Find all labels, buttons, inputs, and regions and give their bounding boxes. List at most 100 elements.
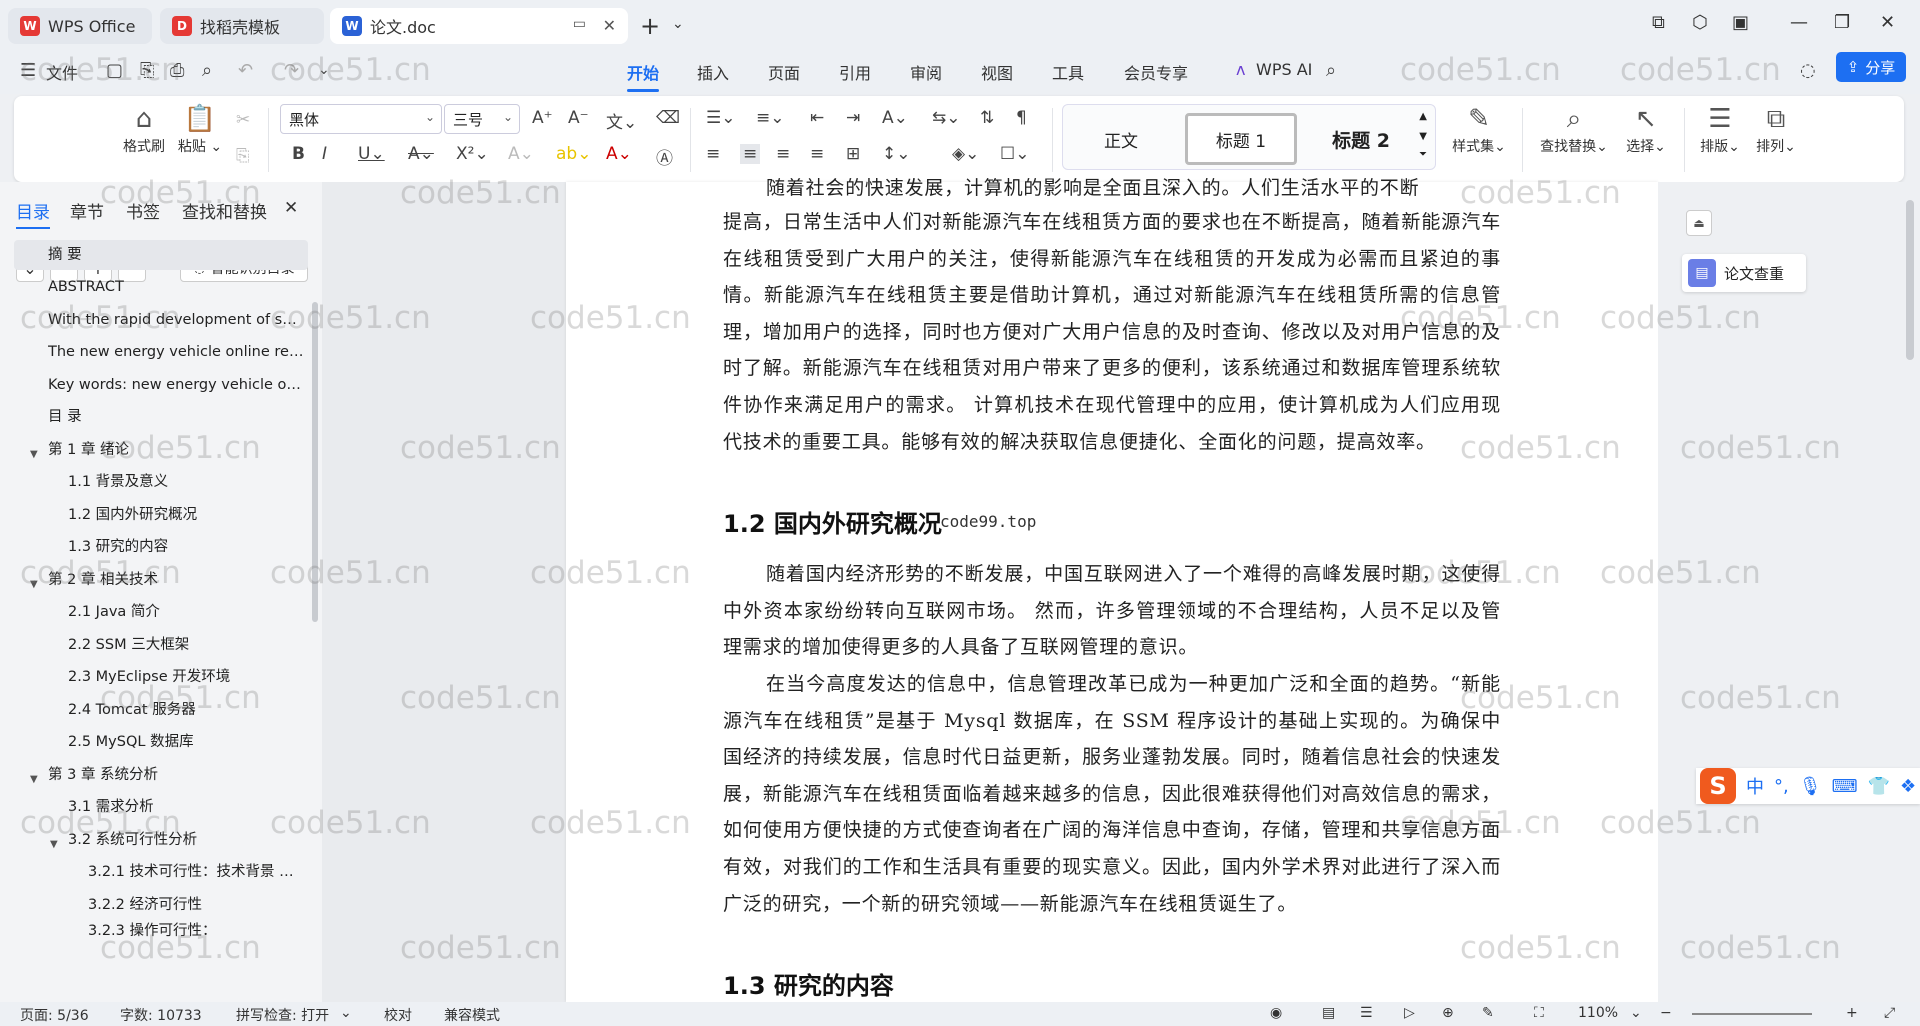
- line-spacing-icon[interactable]: ↕⌄: [882, 144, 911, 164]
- style-heading-2[interactable]: 标题 2: [1305, 113, 1417, 165]
- line-convert-icon[interactable]: ⇆⌄: [932, 108, 961, 128]
- toc-item[interactable]: The new energy vehicle online re…: [48, 337, 308, 367]
- zoom-slider[interactable]: [1692, 1013, 1812, 1015]
- tab-wps-office[interactable]: W WPS Office: [8, 8, 152, 44]
- undo-icon[interactable]: ↶: [238, 60, 253, 81]
- menu-icon[interactable]: ☰: [20, 60, 36, 81]
- scroll-down-icon[interactable]: ▼: [1419, 131, 1427, 142]
- paragraph[interactable]: 随着国内经济形势的不断发展，中国互联网进入了一个难得的高峰发展时期，这使得中外资…: [723, 556, 1501, 666]
- toc-item[interactable]: 1.3 研究的内容: [68, 532, 308, 562]
- export-icon[interactable]: ⎘: [140, 60, 154, 81]
- heading-1-2[interactable]: 1.2 国内外研究概况: [723, 504, 942, 539]
- find-replace-button[interactable]: ⌕ 查找替换⌄: [1532, 102, 1616, 156]
- proofread-button[interactable]: 校对: [384, 1005, 412, 1025]
- expand-triangle-icon[interactable]: ▼: [30, 579, 38, 590]
- bullet-list-icon[interactable]: ☰⌄: [706, 108, 735, 128]
- align-right-icon[interactable]: ≡: [776, 144, 790, 164]
- new-tab-icon[interactable]: +: [640, 12, 660, 40]
- redo-icon[interactable]: ↷: [284, 60, 299, 81]
- document-scrollbar[interactable]: [1906, 200, 1914, 360]
- toc-item[interactable]: With the rapid development of s…: [48, 305, 308, 335]
- paper-check-button[interactable]: ▤ 论文查重: [1682, 254, 1806, 292]
- expand-triangle-icon[interactable]: ▼: [30, 449, 38, 460]
- toc-item[interactable]: 第 1 章 绪论: [48, 435, 308, 465]
- window-icon[interactable]: ▭: [573, 16, 586, 32]
- chat-icon[interactable]: ◌: [1800, 60, 1816, 81]
- style-heading-1[interactable]: 标题 1: [1185, 113, 1297, 165]
- sidebar-scrollbar[interactable]: [312, 302, 318, 622]
- zoom-in-icon[interactable]: +: [1846, 1005, 1858, 1021]
- style-set-button[interactable]: ✎ 样式集⌄: [1444, 102, 1514, 156]
- menu-item-wps-ai[interactable]: WPS AI: [1256, 60, 1312, 79]
- toc-item[interactable]: 摘 要: [14, 240, 308, 270]
- menu-item-review[interactable]: 审阅: [910, 60, 942, 84]
- strikethrough-icon[interactable]: A⌄: [408, 144, 434, 164]
- font-color-icon[interactable]: A⌄: [606, 144, 632, 164]
- menu-item-tools[interactable]: 工具: [1052, 60, 1084, 84]
- zoom-out-icon[interactable]: −: [1660, 1005, 1672, 1021]
- superscript-icon[interactable]: X²⌄: [456, 144, 489, 164]
- menu-item-home[interactable]: 开始: [627, 60, 660, 92]
- highlight-icon[interactable]: ab⌄: [556, 144, 591, 164]
- keyboard-icon[interactable]: ⌨: [1832, 776, 1858, 797]
- toc-item[interactable]: 1.2 国内外研究概况: [68, 500, 308, 530]
- toc-item[interactable]: 3.2.2 经济可行性: [88, 890, 310, 920]
- increase-indent-icon[interactable]: ⇥: [846, 108, 860, 128]
- font-family-select[interactable]: 黑体 ⌄: [280, 104, 442, 134]
- fullscreen-icon[interactable]: ⤢: [1884, 1005, 1895, 1021]
- pen-icon[interactable]: ✎: [1482, 1005, 1494, 1021]
- font-shrink-icon[interactable]: A⁻: [568, 108, 589, 128]
- toc-item[interactable]: 2.1 Java 简介: [68, 597, 308, 627]
- avatar[interactable]: ▣: [1732, 12, 1749, 33]
- fit-page-icon[interactable]: ⛶: [1534, 1005, 1544, 1021]
- close-window-icon[interactable]: ✕: [1880, 12, 1895, 33]
- maximize-icon[interactable]: ❐: [1834, 12, 1850, 33]
- page-indicator[interactable]: 页面: 5/36: [20, 1005, 89, 1025]
- chevron-down-icon[interactable]: ⌄: [1630, 1005, 1642, 1021]
- distribute-icon[interactable]: ⊞: [846, 144, 860, 164]
- toc-item[interactable]: 3.2.3 操作可行性：: [88, 918, 310, 940]
- search-icon[interactable]: ⌕: [1326, 60, 1336, 81]
- share-button[interactable]: ⇪ 分享: [1836, 52, 1906, 82]
- scroll-up-icon[interactable]: ▲: [1419, 111, 1427, 122]
- paragraph[interactable]: 提高，日常生活中人们对新能源汽车在线租赁方面的要求也在不断提高，随着新能源汽车在…: [723, 204, 1501, 460]
- select-button[interactable]: ↖ 选择⌄: [1616, 102, 1676, 156]
- print-icon[interactable]: ⎙: [170, 60, 184, 81]
- cube-icon[interactable]: ⬡: [1692, 12, 1708, 33]
- tablet-icon[interactable]: ⧉: [1652, 12, 1665, 33]
- toc-item[interactable]: 2.5 MySQL 数据库: [68, 727, 308, 757]
- toc-item[interactable]: 目 录: [48, 402, 308, 432]
- border-icon[interactable]: ☐⌄: [1000, 144, 1029, 164]
- numbered-list-icon[interactable]: ≡⌄: [756, 108, 785, 128]
- toc-item[interactable]: 2.4 Tomcat 服务器: [68, 695, 308, 725]
- word-count[interactable]: 字数: 10733: [120, 1005, 202, 1025]
- outline-view-icon[interactable]: ☰: [1360, 1005, 1373, 1021]
- align-center-icon[interactable]: ≡: [740, 144, 761, 164]
- menu-item-insert[interactable]: 插入: [697, 60, 729, 84]
- toc-item[interactable]: 1.1 背景及意义: [68, 467, 308, 497]
- zoom-level[interactable]: 110%: [1578, 1005, 1618, 1021]
- menu-item-view[interactable]: 视图: [981, 60, 1013, 84]
- clear-format-icon[interactable]: ⌫: [656, 108, 680, 128]
- tab-bookmarks[interactable]: 书签: [126, 198, 160, 223]
- italic-icon[interactable]: I: [322, 144, 327, 164]
- menu-file[interactable]: 文件: [46, 60, 78, 84]
- expand-triangle-icon[interactable]: ▼: [50, 839, 58, 850]
- decrease-indent-icon[interactable]: ⇤: [810, 108, 824, 128]
- cut-icon[interactable]: ✂: [236, 110, 250, 130]
- menu-item-reference[interactable]: 引用: [839, 60, 871, 84]
- format-painter-button[interactable]: ⌂ 格式刷: [114, 102, 174, 156]
- spell-check-toggle[interactable]: 拼写检查: 打开: [236, 1005, 329, 1025]
- toc-item[interactable]: Key words: new energy vehicle o…: [48, 370, 308, 400]
- toc-item[interactable]: ABSTRACT: [48, 272, 308, 302]
- tab-find-replace[interactable]: 查找和替换: [182, 198, 267, 223]
- paste-button[interactable]: 📋 粘贴 ⌄: [170, 102, 230, 156]
- minimize-icon[interactable]: —: [1790, 12, 1808, 33]
- page-view-icon[interactable]: ▤: [1322, 1005, 1335, 1021]
- heading-1-3[interactable]: 1.3 研究的内容: [723, 966, 894, 1001]
- tab-toc[interactable]: 目录: [16, 198, 50, 229]
- font-grow-icon[interactable]: A⁺: [532, 108, 553, 128]
- toc-item[interactable]: 第 2 章 相关技术: [48, 565, 308, 595]
- toc-item[interactable]: 3.1 需求分析: [68, 792, 308, 822]
- phonetic-icon[interactable]: 文⌄: [606, 108, 637, 133]
